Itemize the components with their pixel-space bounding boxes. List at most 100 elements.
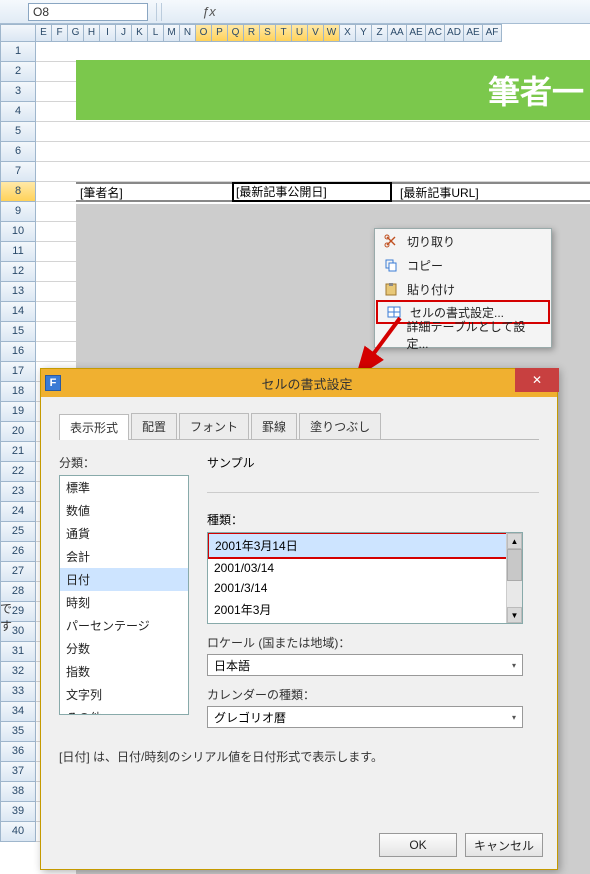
col-header-P[interactable]: P xyxy=(212,24,228,42)
category-item[interactable]: 時刻 xyxy=(60,591,188,614)
row-header-10[interactable]: 10 xyxy=(0,222,36,242)
category-item[interactable]: 分数 xyxy=(60,637,188,660)
col-header-Q[interactable]: Q xyxy=(228,24,244,42)
row-header-37[interactable]: 37 xyxy=(0,762,36,782)
col-header-L[interactable]: L xyxy=(148,24,164,42)
category-item[interactable]: 数値 xyxy=(60,499,188,522)
col-header-O[interactable]: O xyxy=(196,24,212,42)
fx-label[interactable]: ƒx xyxy=(202,4,216,19)
kind-item[interactable]: 2001/03/14 xyxy=(208,558,522,578)
category-item[interactable]: 会計 xyxy=(60,545,188,568)
col-header-AE[interactable]: AE xyxy=(407,24,426,42)
category-item[interactable]: 文字列 xyxy=(60,683,188,706)
row-header-38[interactable]: 38 xyxy=(0,782,36,802)
col-header-M[interactable]: M xyxy=(164,24,180,42)
ctx-table-settings[interactable]: 詳細テーブルとして設定... xyxy=(375,323,551,347)
row-header-13[interactable]: 13 xyxy=(0,282,36,302)
row-header-4[interactable]: 4 xyxy=(0,102,36,122)
ok-button[interactable]: OK xyxy=(379,833,457,857)
category-item[interactable]: 通貨 xyxy=(60,522,188,545)
col-header-I[interactable]: I xyxy=(100,24,116,42)
dialog-titlebar[interactable]: F セルの書式設定 ✕ xyxy=(41,369,557,397)
kind-list[interactable]: 2001年3月14日2001/03/142001/3/142001年3月3月14… xyxy=(207,532,523,624)
col-header-W[interactable]: W xyxy=(324,24,340,42)
row-header-11[interactable]: 11 xyxy=(0,242,36,262)
tab-3[interactable]: 罫線 xyxy=(251,413,297,439)
col-header-AF[interactable]: AF xyxy=(483,24,502,42)
ctx-copy[interactable]: コピー xyxy=(375,253,551,277)
row-header-34[interactable]: 34 xyxy=(0,702,36,722)
col-header-X[interactable]: X xyxy=(340,24,356,42)
row-header-36[interactable]: 36 xyxy=(0,742,36,762)
kind-item[interactable]: 2001年3月14日 xyxy=(207,532,523,559)
row-header-33[interactable]: 33 xyxy=(0,682,36,702)
col-header-T[interactable]: T xyxy=(276,24,292,42)
col-header-AA[interactable]: AA xyxy=(388,24,407,42)
ctx-paste[interactable]: 貼り付け xyxy=(375,277,551,301)
locale-select[interactable]: 日本語 ▾ xyxy=(207,654,523,676)
col-header-K[interactable]: K xyxy=(132,24,148,42)
col-header-H[interactable]: H xyxy=(84,24,100,42)
category-item[interactable]: その他 xyxy=(60,706,188,715)
row-header-18[interactable]: 18 xyxy=(0,382,36,402)
tab-0[interactable]: 表示形式 xyxy=(59,414,129,440)
row-header-35[interactable]: 35 xyxy=(0,722,36,742)
scroll-down-button[interactable]: ▼ xyxy=(507,607,522,623)
col-header-AC[interactable]: AC xyxy=(426,24,445,42)
row-header-24[interactable]: 24 xyxy=(0,502,36,522)
category-item[interactable]: 標準 xyxy=(60,476,188,499)
row-header-7[interactable]: 7 xyxy=(0,162,36,182)
row-header-28[interactable]: 28 xyxy=(0,582,36,602)
cell-publish-date-selected[interactable]: [最新記事公開日] xyxy=(232,182,392,202)
col-header-S[interactable]: S xyxy=(260,24,276,42)
col-header-U[interactable]: U xyxy=(292,24,308,42)
row-header-6[interactable]: 6 xyxy=(0,142,36,162)
col-header-Z[interactable]: Z xyxy=(372,24,388,42)
row-header-32[interactable]: 32 xyxy=(0,662,36,682)
col-header-AD[interactable]: AD xyxy=(445,24,464,42)
row-header-26[interactable]: 26 xyxy=(0,542,36,562)
close-button[interactable]: ✕ xyxy=(515,368,559,392)
row-header-9[interactable]: 9 xyxy=(0,202,36,222)
row-header-2[interactable]: 2 xyxy=(0,62,36,82)
category-item[interactable]: 日付 xyxy=(60,568,188,591)
row-header-23[interactable]: 23 xyxy=(0,482,36,502)
row-header-22[interactable]: 22 xyxy=(0,462,36,482)
row-header-15[interactable]: 15 xyxy=(0,322,36,342)
row-header-25[interactable]: 25 xyxy=(0,522,36,542)
select-all-corner[interactable] xyxy=(0,24,36,42)
row-header-16[interactable]: 16 xyxy=(0,342,36,362)
row-header-14[interactable]: 14 xyxy=(0,302,36,322)
cancel-button[interactable]: キャンセル xyxy=(465,833,543,857)
row-header-21[interactable]: 21 xyxy=(0,442,36,462)
row-header-27[interactable]: 27 xyxy=(0,562,36,582)
row-header-5[interactable]: 5 xyxy=(0,122,36,142)
category-list[interactable]: 標準数値通貨会計日付時刻パーセンテージ分数指数文字列その他ユーザー定義 xyxy=(59,475,189,715)
col-header-G[interactable]: G xyxy=(68,24,84,42)
col-header-Y[interactable]: Y xyxy=(356,24,372,42)
tab-4[interactable]: 塗りつぶし xyxy=(299,413,381,439)
col-header-J[interactable]: J xyxy=(116,24,132,42)
name-box[interactable]: O8 xyxy=(28,3,148,21)
row-header-17[interactable]: 17 xyxy=(0,362,36,382)
cell-url[interactable]: [最新記事URL] xyxy=(392,184,479,201)
row-header-20[interactable]: 20 xyxy=(0,422,36,442)
tab-1[interactable]: 配置 xyxy=(131,413,177,439)
row-header-40[interactable]: 40 xyxy=(0,822,36,842)
kind-item[interactable]: 3月14日 xyxy=(208,621,522,624)
col-header-V[interactable]: V xyxy=(308,24,324,42)
col-header-AE[interactable]: AE xyxy=(464,24,483,42)
col-header-F[interactable]: F xyxy=(52,24,68,42)
row-header-1[interactable]: 1 xyxy=(0,42,36,62)
row-header-31[interactable]: 31 xyxy=(0,642,36,662)
row-header-12[interactable]: 12 xyxy=(0,262,36,282)
ctx-cut[interactable]: 切り取り xyxy=(375,229,551,253)
col-header-R[interactable]: R xyxy=(244,24,260,42)
col-header-E[interactable]: E xyxy=(36,24,52,42)
kind-item[interactable]: 2001年3月 xyxy=(208,598,522,621)
category-item[interactable]: パーセンテージ xyxy=(60,614,188,637)
kind-item[interactable]: 2001/3/14 xyxy=(208,578,522,598)
col-header-N[interactable]: N xyxy=(180,24,196,42)
scroll-up-button[interactable]: ▲ xyxy=(507,533,522,549)
tab-2[interactable]: フォント xyxy=(179,413,249,439)
